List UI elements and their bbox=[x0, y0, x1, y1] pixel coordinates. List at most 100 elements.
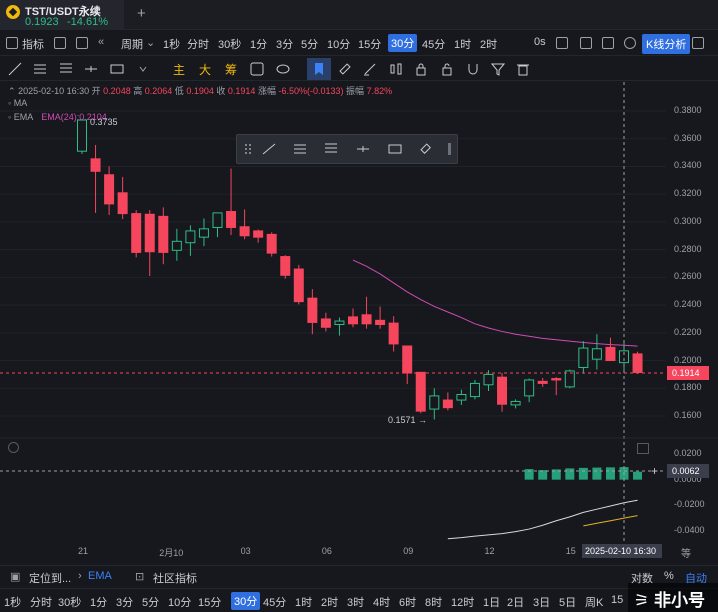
interval-30s[interactable]: 30秒 bbox=[218, 36, 241, 52]
bottom-interval-11[interactable]: 2时 bbox=[321, 594, 338, 610]
period-button[interactable]: 周期 bbox=[121, 36, 143, 52]
main-force-label[interactable]: 主 bbox=[173, 61, 185, 78]
community-icon[interactable]: ⊡ bbox=[135, 570, 144, 583]
interval-1s[interactable]: 1秒 bbox=[163, 36, 180, 52]
bottom-interval-14[interactable]: 6时 bbox=[399, 594, 416, 610]
bottom-interval-22[interactable]: 15 bbox=[611, 594, 623, 606]
add-tab-icon[interactable]: + bbox=[137, 5, 146, 22]
sub-panel-toggle-icon[interactable] bbox=[8, 442, 19, 453]
candle-body bbox=[334, 320, 345, 325]
bottom-interval-16[interactable]: 12时 bbox=[451, 594, 474, 610]
interval-1m[interactable]: 1分 bbox=[250, 36, 267, 52]
chevron-right-icon[interactable]: › bbox=[78, 570, 82, 582]
bottom-interval-7[interactable]: 15分 bbox=[198, 594, 221, 610]
bottom-interval-8[interactable]: 30分 bbox=[231, 592, 261, 610]
horizontal-line-icon[interactable] bbox=[84, 62, 98, 76]
dropdown-chevron-icon[interactable] bbox=[136, 62, 150, 76]
candle-body bbox=[524, 379, 535, 397]
bottom-interval-4[interactable]: 3分 bbox=[116, 594, 133, 610]
back-icon[interactable]: « bbox=[98, 36, 104, 48]
candle-body bbox=[537, 380, 548, 384]
ruler-icon[interactable] bbox=[338, 62, 352, 76]
candle-body bbox=[239, 226, 250, 237]
line-tool-icon[interactable] bbox=[261, 142, 277, 156]
bottom-interval-10[interactable]: 1时 bbox=[295, 594, 312, 610]
watermark-logo-icon: ⚞ bbox=[634, 591, 650, 610]
kline-analysis-button[interactable]: K线分析 bbox=[642, 34, 691, 54]
interval-timeline[interactable]: 分时 bbox=[187, 36, 209, 52]
time-tick-label: 15 bbox=[565, 546, 576, 556]
eraser-icon[interactable] bbox=[418, 142, 434, 156]
candle-body bbox=[171, 240, 182, 251]
interval-10m[interactable]: 10分 bbox=[327, 36, 350, 52]
bottom-interval-6[interactable]: 10分 bbox=[168, 594, 191, 610]
crosshair-plus-icon[interactable]: + bbox=[651, 464, 658, 478]
bottom-interval-9[interactable]: 45分 bbox=[263, 594, 286, 610]
interval-5m[interactable]: 5分 bbox=[301, 36, 318, 52]
magnet-tool-icon[interactable] bbox=[466, 62, 480, 76]
layout-icon[interactable] bbox=[54, 37, 66, 49]
camera-icon[interactable] bbox=[556, 37, 568, 49]
percent-scale-button[interactable]: % bbox=[664, 570, 674, 582]
drag-handle-icon[interactable] bbox=[241, 142, 257, 156]
interval-3m[interactable]: 3分 bbox=[276, 36, 293, 52]
filter-icon[interactable] bbox=[491, 62, 505, 76]
price-tick-label: 0.2600 bbox=[674, 271, 702, 282]
magnet-icon[interactable] bbox=[250, 62, 264, 76]
trash-icon[interactable] bbox=[516, 62, 530, 76]
community-indicators-button[interactable]: 社区指标 bbox=[153, 570, 197, 586]
bookmark-icon[interactable] bbox=[312, 62, 326, 76]
pencil-icon[interactable] bbox=[580, 37, 592, 49]
bottom-interval-18[interactable]: 2日 bbox=[507, 594, 524, 610]
channel-icon[interactable] bbox=[59, 62, 73, 76]
rectangle-icon[interactable] bbox=[110, 62, 124, 76]
tab-tst-usdt[interactable]: TST/USDT永续 0.1923 -14.61% bbox=[0, 0, 124, 30]
calendar-icon[interactable]: ▣ bbox=[10, 570, 20, 583]
candles-icon[interactable] bbox=[389, 62, 403, 76]
floating-drawing-toolbar bbox=[236, 134, 458, 164]
bottom-interval-20[interactable]: 5日 bbox=[559, 594, 576, 610]
bottom-interval-15[interactable]: 8时 bbox=[425, 594, 442, 610]
chips-label[interactable]: 筹 bbox=[225, 61, 237, 78]
big-order-label[interactable]: 大 bbox=[199, 61, 211, 78]
interval-2h[interactable]: 2时 bbox=[480, 36, 497, 52]
bottom-interval-19[interactable]: 3日 bbox=[533, 594, 550, 610]
rect-tool-icon[interactable] bbox=[387, 142, 403, 156]
indicator-icon[interactable] bbox=[6, 37, 18, 49]
trend-line-icon[interactable] bbox=[8, 62, 22, 76]
macd-tick-label: -0.0200 bbox=[674, 499, 705, 510]
ema-indicator-tab[interactable]: EMA bbox=[88, 570, 112, 582]
price-tick-label: 0.2800 bbox=[674, 243, 702, 254]
parallel-tool-icon[interactable] bbox=[292, 142, 308, 156]
bottom-interval-5[interactable]: 5分 bbox=[142, 594, 159, 610]
fullscreen-icon[interactable] bbox=[76, 37, 88, 49]
bottom-interval-0[interactable]: 1秒 bbox=[4, 594, 21, 610]
bottom-interval-13[interactable]: 4时 bbox=[373, 594, 390, 610]
bottom-interval-2[interactable]: 30秒 bbox=[58, 594, 81, 610]
unlock-icon[interactable] bbox=[440, 62, 454, 76]
indicators-button[interactable]: 指标 bbox=[22, 36, 44, 52]
candle-body bbox=[158, 215, 169, 253]
more-handle-icon[interactable] bbox=[442, 142, 458, 156]
expand-icon[interactable] bbox=[602, 37, 614, 49]
parallel-lines-icon[interactable] bbox=[33, 62, 47, 76]
chevron-down-icon[interactable]: ⌄ bbox=[146, 36, 155, 49]
bottom-interval-3[interactable]: 1分 bbox=[90, 594, 107, 610]
interval-30m[interactable]: 30分 bbox=[388, 34, 418, 52]
channel-tool-icon[interactable] bbox=[323, 142, 339, 156]
interval-1h[interactable]: 1时 bbox=[454, 36, 471, 52]
interval-15m[interactable]: 15分 bbox=[358, 36, 381, 52]
fullscreen-exit-icon[interactable] bbox=[692, 37, 704, 49]
bottom-interval-12[interactable]: 3时 bbox=[347, 594, 364, 610]
gear-icon[interactable] bbox=[624, 37, 636, 49]
sub-panel-expand-icon[interactable] bbox=[637, 443, 649, 454]
bottom-interval-1[interactable]: 分时 bbox=[30, 594, 52, 610]
lock-icon[interactable] bbox=[414, 62, 428, 76]
pen-icon[interactable] bbox=[363, 62, 377, 76]
interval-45m[interactable]: 45分 bbox=[422, 36, 445, 52]
bottom-interval-17[interactable]: 1日 bbox=[483, 594, 500, 610]
eye-icon[interactable] bbox=[276, 62, 290, 76]
goto-date-button[interactable]: 定位到... bbox=[29, 570, 71, 586]
hline-tool-icon[interactable] bbox=[355, 142, 371, 156]
bottom-interval-21[interactable]: 周K bbox=[585, 594, 603, 610]
